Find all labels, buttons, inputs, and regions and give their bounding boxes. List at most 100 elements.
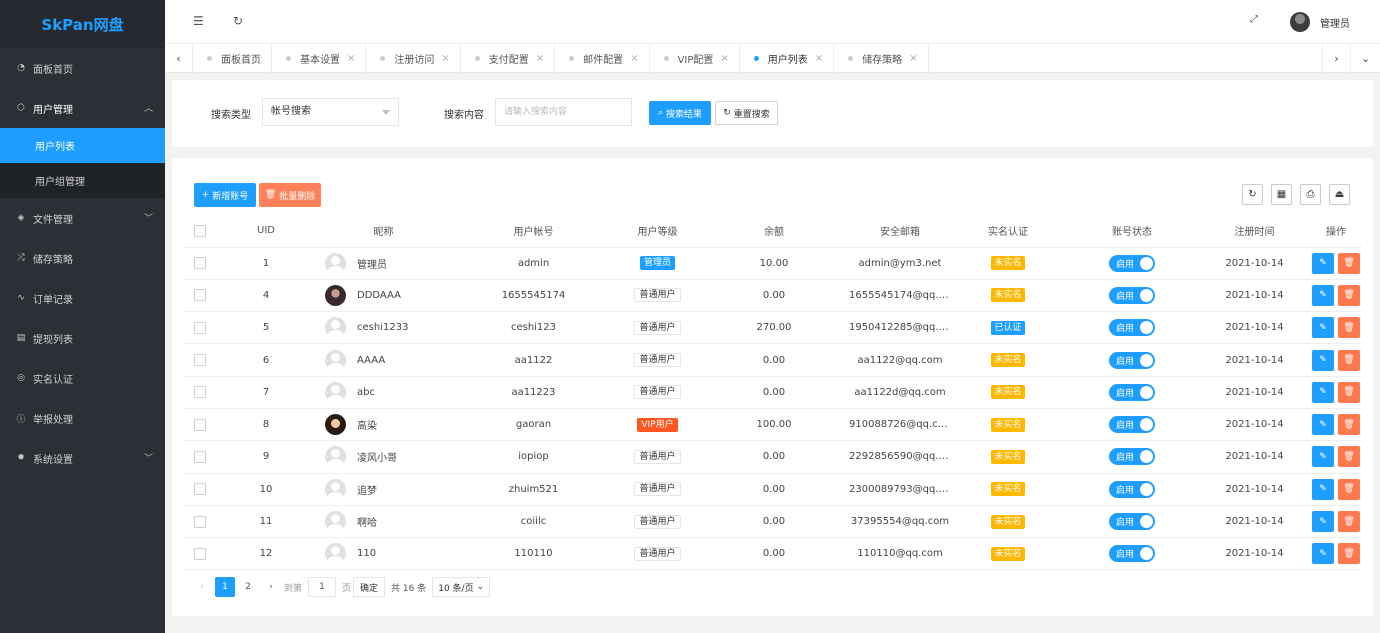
prev-page-icon[interactable]: ‹ [192, 577, 212, 597]
level-badge: 普通用户 [634, 546, 681, 561]
delete-button[interactable]: 🗑 [1338, 511, 1360, 533]
status-toggle[interactable]: 启用 [1109, 351, 1155, 369]
tab-menu-chevron-down-icon[interactable]: ⌄ [1350, 44, 1380, 73]
menu-toggle-icon[interactable]: ☰ [193, 14, 204, 28]
fullscreen-icon[interactable]: ⤢ [1250, 14, 1258, 25]
sidebar-item-5[interactable]: ▤ 提现列表 [0, 318, 165, 358]
status-toggle[interactable]: 启用 [1109, 383, 1155, 401]
row-checkbox[interactable] [194, 547, 206, 560]
status-toggle[interactable]: 启用 [1109, 480, 1155, 498]
delete-button[interactable]: 🗑 [1338, 349, 1360, 371]
search-type-select[interactable]: 帐号搜索 [262, 98, 399, 126]
sidebar-item-7[interactable]: ⓘ 举报处理 [0, 398, 165, 438]
close-icon[interactable]: × [630, 53, 638, 64]
edit-button[interactable]: ✎ [1312, 414, 1334, 436]
delete-button[interactable]: 🗑 [1338, 414, 1360, 436]
tab-0[interactable]: 面板首页 [193, 44, 272, 73]
close-icon[interactable]: × [441, 53, 449, 64]
page-number[interactable]: 1 [215, 577, 235, 597]
columns-filter-icon[interactable]: ▦ [1271, 184, 1292, 205]
goto-confirm-button[interactable]: 确定 [353, 577, 386, 597]
delete-button[interactable]: 🗑 [1338, 478, 1360, 500]
tab-dot-icon [569, 56, 575, 61]
nickname-cell: 管理员 [316, 247, 451, 280]
status-toggle[interactable]: 启用 [1109, 319, 1155, 337]
sidebar-item-0[interactable]: ◔ 面板首页 [0, 48, 165, 88]
app-logo[interactable]: SkPan网盘 [0, 0, 165, 48]
row-checkbox[interactable] [194, 289, 206, 302]
sidebar-item-1[interactable]: ⬡ 用户管理 ︿ [0, 88, 165, 128]
status-toggle[interactable]: 启用 [1109, 545, 1155, 563]
reset-button[interactable]: ↻ 重置搜索 [715, 101, 778, 125]
status-toggle[interactable]: 启用 [1109, 513, 1155, 531]
delete-button[interactable]: 🗑 [1338, 284, 1360, 306]
sidebar-item-2[interactable]: ◈ 文件管理 ﹀ [0, 198, 165, 238]
status-toggle[interactable]: 启用 [1109, 254, 1155, 272]
close-icon[interactable]: × [815, 53, 823, 64]
edit-button[interactable]: ✎ [1312, 284, 1334, 306]
row-checkbox[interactable] [194, 483, 206, 496]
search-input[interactable] [495, 98, 632, 126]
tab-3[interactable]: 支付配置 × [461, 44, 556, 73]
edit-button[interactable]: ✎ [1312, 446, 1334, 468]
close-icon[interactable]: × [536, 53, 544, 64]
tab-1[interactable]: 基本设置 × [272, 44, 367, 73]
edit-button[interactable]: ✎ [1312, 478, 1334, 500]
print-icon[interactable]: ⎙ [1300, 184, 1321, 205]
delete-button[interactable]: 🗑 [1338, 252, 1360, 274]
sidebar-item-6[interactable]: ◎ 实名认证 [0, 358, 165, 398]
goto-page-input[interactable]: 1 [308, 577, 337, 597]
row-checkbox[interactable] [194, 386, 206, 399]
nickname: ceshi1233 [357, 322, 409, 334]
row-checkbox[interactable] [194, 418, 206, 431]
close-icon[interactable]: × [347, 53, 355, 64]
status-toggle[interactable]: 启用 [1109, 448, 1155, 466]
tab-2[interactable]: 注册访问 × [366, 44, 461, 73]
close-icon[interactable]: × [909, 53, 917, 64]
close-icon[interactable]: × [720, 53, 728, 64]
row-checkbox[interactable] [194, 257, 206, 270]
page-number[interactable]: 2 [238, 577, 258, 597]
sidebar-subitem-1[interactable]: 用户组管理 [0, 163, 165, 198]
search-button[interactable]: ⌕ 搜索结果 [649, 101, 711, 125]
status-label: 启用 [1116, 518, 1135, 529]
sidebar-item-8[interactable]: ✹ 系统设置 ﹀ [0, 438, 165, 478]
table-refresh-icon[interactable]: ↻ [1242, 184, 1263, 205]
export-icon[interactable]: ⏏ [1329, 184, 1350, 205]
edit-button[interactable]: ✎ [1312, 543, 1334, 565]
tab-7[interactable]: 储存策略 × [834, 44, 929, 73]
sidebar-subitem-0[interactable]: 用户列表 [0, 128, 165, 163]
select-all-checkbox[interactable] [194, 224, 206, 237]
status-toggle[interactable]: 启用 [1109, 416, 1155, 434]
next-page-icon[interactable]: › [261, 577, 281, 597]
page-size-select[interactable]: 10 条/页 ⌄ [432, 577, 491, 597]
delete-button[interactable]: 🗑 [1338, 543, 1360, 565]
row-checkbox[interactable] [194, 515, 206, 528]
tab-prev-icon[interactable]: ‹ [165, 44, 193, 73]
sidebar-item-4[interactable]: ∿ 订单记录 [0, 278, 165, 318]
row-checkbox[interactable] [194, 354, 206, 367]
edit-button[interactable]: ✎ [1312, 349, 1334, 371]
add-account-button[interactable]: + 新增账号 [194, 183, 256, 207]
refresh-icon[interactable]: ↻ [233, 14, 243, 28]
user-menu[interactable]: 管理员 [1290, 12, 1350, 32]
tab-4[interactable]: 邮件配置 × [555, 44, 650, 73]
sidebar-item-3[interactable]: ⤮ 储存策略 [0, 238, 165, 278]
avatar [325, 252, 346, 274]
delete-button[interactable]: 🗑 [1338, 381, 1360, 403]
row-checkbox[interactable] [194, 450, 206, 463]
delete-button[interactable]: 🗑 [1338, 446, 1360, 468]
edit-button[interactable]: ✎ [1312, 317, 1334, 339]
avatar [325, 284, 346, 306]
edit-button[interactable]: ✎ [1312, 252, 1334, 274]
delete-button[interactable]: 🗑 [1338, 317, 1360, 339]
account-cell: aa1122 [451, 343, 616, 377]
tab-5[interactable]: VIP配置 × [650, 44, 740, 73]
edit-button[interactable]: ✎ [1312, 511, 1334, 533]
edit-button[interactable]: ✎ [1312, 381, 1334, 403]
tab-next-icon[interactable]: › [1322, 44, 1350, 73]
row-checkbox[interactable] [194, 321, 206, 334]
batch-delete-button[interactable]: 🗑 批量删除 [259, 183, 321, 207]
tab-6[interactable]: 用户列表 × [740, 44, 835, 73]
status-toggle[interactable]: 启用 [1109, 286, 1155, 304]
